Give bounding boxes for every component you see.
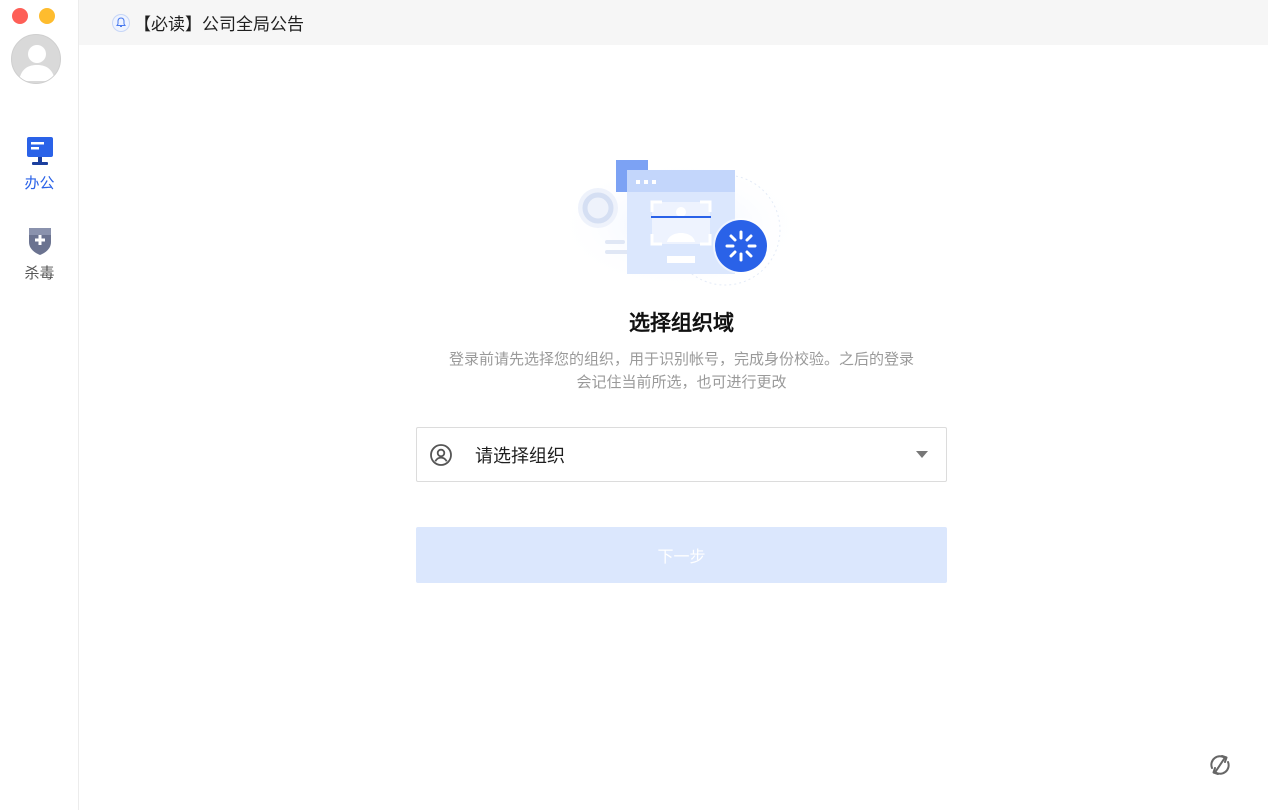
user-avatar-icon xyxy=(19,45,55,81)
announcement-text: 【必读】公司全局公告 xyxy=(134,15,304,35)
user-circle-icon xyxy=(430,443,452,466)
page-title: 选择组织域 xyxy=(629,311,734,335)
organization-select-placeholder: 请选择组织 xyxy=(475,445,565,467)
sidebar-item-office[interactable]: 办公 xyxy=(0,136,79,193)
bell-icon xyxy=(112,13,130,32)
description-line: 会记住当前所选，也可进行更改 xyxy=(576,373,787,391)
announcement-bar[interactable]: 【必读】公司全局公告 xyxy=(79,0,1268,45)
organization-select[interactable]: 请选择组织 xyxy=(416,427,947,482)
app-window: 办公 杀毒 【必读】公司全局公告 选择组织域 登录前请先选择您的组织，用于识别帐… xyxy=(0,0,1268,810)
sync-icon[interactable] xyxy=(1207,752,1233,778)
window-controls xyxy=(12,8,55,24)
office-monitor-icon xyxy=(26,137,53,165)
chevron-down-icon xyxy=(916,451,928,458)
close-window-button[interactable] xyxy=(12,8,28,24)
description-line: 登录前请先选择您的组织，用于识别帐号，完成身份校验。之后的登录 xyxy=(448,350,914,368)
antivirus-shield-icon xyxy=(28,228,51,255)
sidebar-item-label: 杀毒 xyxy=(24,264,55,282)
page-description: 登录前请先选择您的组织，用于识别帐号，完成身份校验。之后的登录 会记住当前所选，… xyxy=(412,348,951,394)
minimize-window-button[interactable] xyxy=(39,8,55,24)
sidebar-item-label: 办公 xyxy=(24,174,55,192)
scan-face-illustration xyxy=(555,160,805,290)
next-button[interactable]: 下一步 xyxy=(416,527,947,583)
avatar[interactable] xyxy=(11,34,61,84)
sidebar-item-antivirus[interactable]: 杀毒 xyxy=(0,226,79,283)
sidebar: 办公 杀毒 xyxy=(0,0,79,810)
